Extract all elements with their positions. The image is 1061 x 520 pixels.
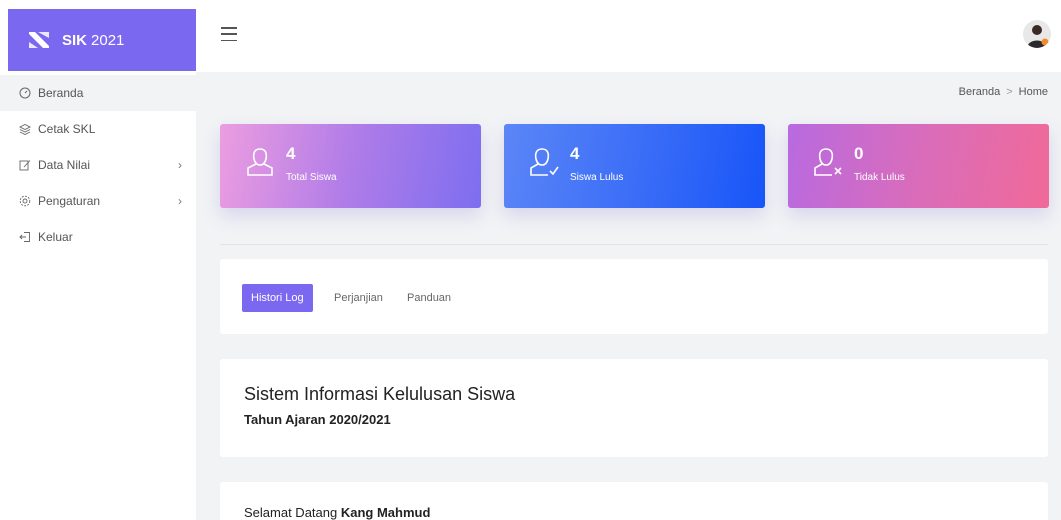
user-check-icon	[530, 148, 559, 176]
welcome-panel: Selamat Datang Kang Mahmud	[220, 482, 1048, 520]
stat-value: 0	[854, 144, 864, 163]
sidebar-item-keluar[interactable]: Keluar	[0, 219, 196, 255]
divider	[220, 244, 1048, 245]
welcome-text: Selamat Datang Kang Mahmud	[244, 505, 430, 520]
sidebar-item-label: Keluar	[38, 230, 73, 244]
chevron-right-icon: ›	[178, 158, 182, 172]
stat-card-total-siswa: 4 Total Siswa	[220, 124, 481, 208]
user-icon	[247, 148, 273, 176]
stat-card-siswa-lulus: 4 Siswa Lulus	[504, 124, 765, 208]
sidebar-item-label: Pengaturan	[38, 194, 101, 208]
layers-icon	[18, 122, 32, 136]
brand-name: SIK	[62, 31, 88, 49]
sidebar-item-label: Beranda	[38, 86, 84, 100]
tab-panduan[interactable]: Panduan	[407, 284, 451, 312]
sidebar-item-cetak-skl[interactable]: Cetak SKL	[0, 111, 196, 147]
logout-icon	[18, 230, 32, 244]
stat-value: 4	[570, 144, 580, 163]
sidebar-item-label: Data Nilai	[38, 158, 91, 172]
page-title: Sistem Informasi Kelulusan Siswa	[244, 384, 516, 404]
edit-icon	[18, 158, 32, 172]
user-x-icon	[814, 148, 842, 176]
stat-label: Total Siswa	[286, 172, 337, 183]
welcome-user-name: Kang Mahmud	[340, 505, 431, 520]
stat-label: Tidak Lulus	[854, 172, 905, 183]
tabs-panel: Histori Log Perjanjian Panduan	[220, 259, 1048, 334]
logo-icon	[29, 32, 49, 48]
stat-label: Siswa Lulus	[570, 172, 624, 183]
stat-card-tidak-lulus: 0 Tidak Lulus	[788, 124, 1049, 208]
speedometer-icon	[18, 86, 32, 100]
info-panel: Sistem Informasi Kelulusan Siswa Tahun A…	[220, 359, 1048, 457]
tab-histori-log[interactable]: Histori Log	[242, 284, 313, 312]
sidebar-item-data-nilai[interactable]: Data Nilai ›	[0, 147, 196, 183]
breadcrumb-separator: >	[1006, 86, 1013, 98]
sidebar-item-beranda[interactable]: Beranda	[0, 75, 196, 111]
sidebar-item-pengaturan[interactable]: Pengaturan ›	[0, 183, 196, 219]
sidebar: SIK 2021 Beranda Cetak SKL Data Nilai ›	[0, 0, 196, 520]
sidebar-nav: Beranda Cetak SKL Data Nilai › Pengatura…	[0, 75, 196, 255]
avatar[interactable]	[1023, 20, 1051, 48]
page-subtitle: Tahun Ajaran 2020/2021	[244, 412, 391, 427]
sidebar-item-label: Cetak SKL	[38, 122, 96, 136]
breadcrumb-parent[interactable]: Beranda	[959, 86, 1001, 98]
top-bar	[196, 0, 1061, 72]
chevron-right-icon: ›	[178, 194, 182, 208]
brand-logo[interactable]: SIK 2021	[8, 9, 196, 71]
breadcrumb-current: Home	[1018, 86, 1048, 98]
stat-value: 4	[286, 144, 296, 163]
welcome-greeting: Selamat Datang	[244, 505, 338, 520]
menu-toggle-icon[interactable]	[221, 27, 237, 41]
breadcrumb: Beranda > Home	[959, 86, 1048, 98]
tab-perjanjian[interactable]: Perjanjian	[334, 284, 383, 312]
brand-year: 2021	[91, 31, 125, 49]
gear-icon	[18, 194, 32, 208]
